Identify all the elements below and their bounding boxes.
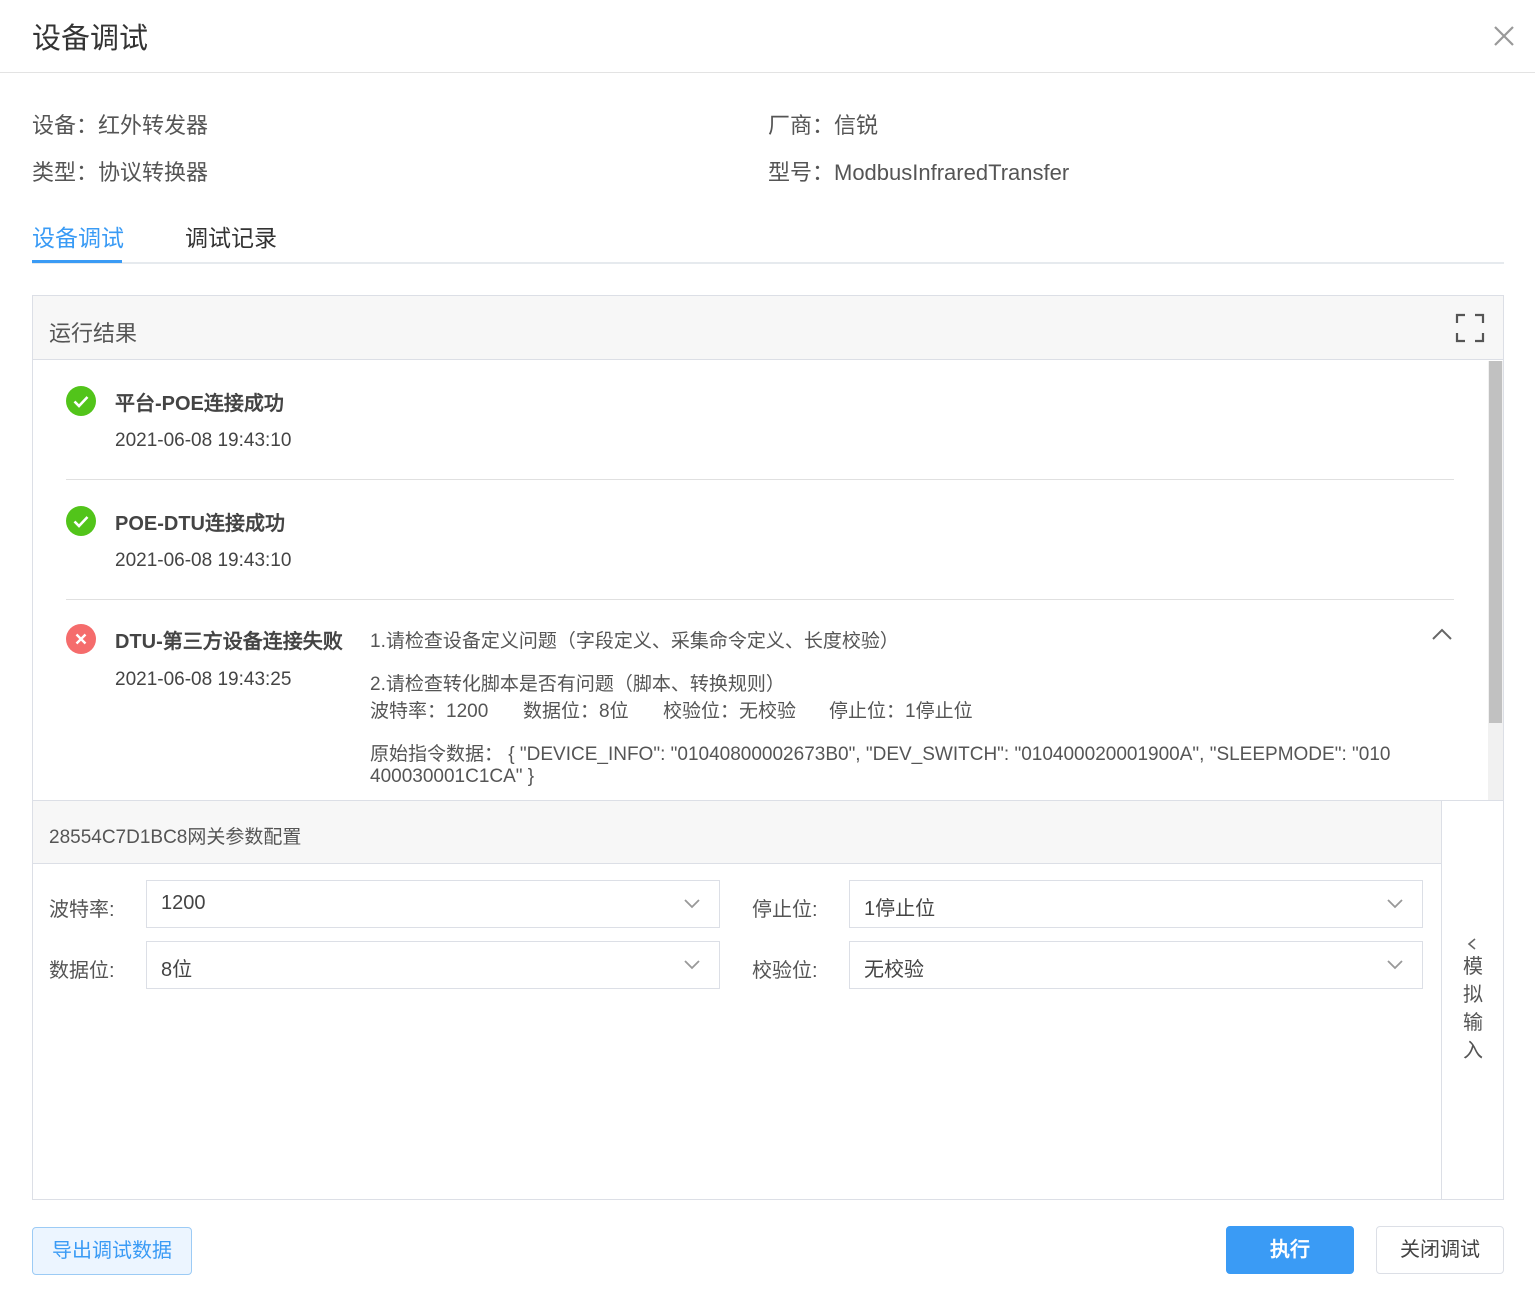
tab-bar: 设备调试 调试记录 <box>32 217 1504 264</box>
check-circle-icon <box>66 386 96 416</box>
result-item: 平台-POE连接成功 2021-06-08 19:43:10 <box>66 386 1454 451</box>
active-tab-indicator <box>32 260 122 263</box>
param-parity: 校验位：无校验 <box>663 701 797 722</box>
result-panel: 运行结果 平台-POE连接成功 2021-06-08 19:43:10 POE-… <box>32 295 1504 801</box>
error-hint-2: 2.请检查转化脚本是否有问题（脚本、转换规则） <box>370 674 785 695</box>
vendor-info: 厂商：信锐 <box>768 113 879 138</box>
param-baud: 波特率：1200 <box>370 701 489 722</box>
baud-value: 1200 <box>161 892 206 914</box>
simulated-input-label: 模拟输入 <box>1463 956 1483 1062</box>
param-stopbits: 停止位：1停止位 <box>829 701 973 722</box>
stop-select[interactable]: 1停止位 <box>849 880 1423 928</box>
simulated-input-tab[interactable]: 模拟输入 <box>1441 801 1503 1199</box>
parity-label: 校验位: <box>752 960 818 982</box>
raw-data-line-2: 400030001C1CA" } <box>370 766 535 787</box>
result-item: POE-DTU连接成功 2021-06-08 19:43:10 <box>66 506 1454 571</box>
result-item-time: 2021-06-08 19:43:10 <box>115 550 292 571</box>
result-item-name: 平台-POE连接成功 <box>115 393 284 415</box>
result-header: 运行结果 <box>33 296 1503 360</box>
tab-debug-records[interactable]: 调试记录 <box>185 219 277 253</box>
chevron-down-icon <box>684 960 700 970</box>
export-debug-data-button[interactable]: 导出调试数据 <box>32 1227 192 1275</box>
parity-select[interactable]: 无校验 <box>849 941 1423 989</box>
chevron-down-icon <box>1387 899 1403 909</box>
result-item-name: DTU-第三方设备连接失败 <box>115 631 343 653</box>
data-select[interactable]: 8位 <box>146 941 720 989</box>
chevron-down-icon <box>684 899 700 909</box>
param-databits: 数据位：8位 <box>523 701 629 722</box>
result-item-name: POE-DTU连接成功 <box>115 513 285 535</box>
config-panel: 28554C7D1BC8网关参数配置 波特率: 1200 停止位: 1停止位 数… <box>32 800 1504 1200</box>
dialog-title: 设备调试 <box>32 23 149 55</box>
baud-select[interactable]: 1200 <box>146 880 720 928</box>
chevron-left-icon <box>1467 938 1476 950</box>
type-info: 类型：协议转换器 <box>32 160 209 185</box>
divider <box>66 599 1454 600</box>
check-circle-icon <box>66 506 96 536</box>
parity-value: 无校验 <box>864 959 924 981</box>
data-label: 数据位: <box>49 960 115 982</box>
device-info: 设备：红外转发器 <box>32 113 209 138</box>
baud-label: 波特率: <box>49 899 115 921</box>
dialog-header: 设备调试 <box>0 0 1535 73</box>
chevron-down-icon <box>1387 960 1403 970</box>
scrollbar-thumb[interactable] <box>1489 361 1502 723</box>
raw-data-line-1: 原始指令数据： { "DEVICE_INFO": "01040800002673… <box>370 744 1391 765</box>
close-debug-button[interactable]: 关闭调试 <box>1376 1226 1504 1274</box>
chevron-up-icon[interactable] <box>1431 626 1453 642</box>
error-hint-1: 1.请检查设备定义问题（字段定义、采集命令定义、长度校验） <box>370 631 899 652</box>
model-info: 型号：ModbusInfraredTransfer <box>768 160 1070 185</box>
execute-button[interactable]: 执行 <box>1226 1226 1354 1274</box>
result-item-time: 2021-06-08 19:43:10 <box>115 430 292 451</box>
stop-label: 停止位: <box>752 899 818 921</box>
stop-value: 1停止位 <box>864 898 936 920</box>
x-circle-icon <box>66 624 96 654</box>
result-title: 运行结果 <box>49 321 138 346</box>
config-header: 28554C7D1BC8网关参数配置 <box>33 801 1441 864</box>
data-value: 8位 <box>161 959 193 981</box>
tab-device-debug[interactable]: 设备调试 <box>32 219 124 253</box>
result-item-time: 2021-06-08 19:43:25 <box>115 669 292 690</box>
fullscreen-icon[interactable] <box>1455 313 1485 343</box>
close-icon[interactable] <box>1490 22 1518 50</box>
divider <box>66 479 1454 480</box>
scrollbar[interactable] <box>1488 361 1503 801</box>
config-title: 28554C7D1BC8网关参数配置 <box>49 827 302 848</box>
